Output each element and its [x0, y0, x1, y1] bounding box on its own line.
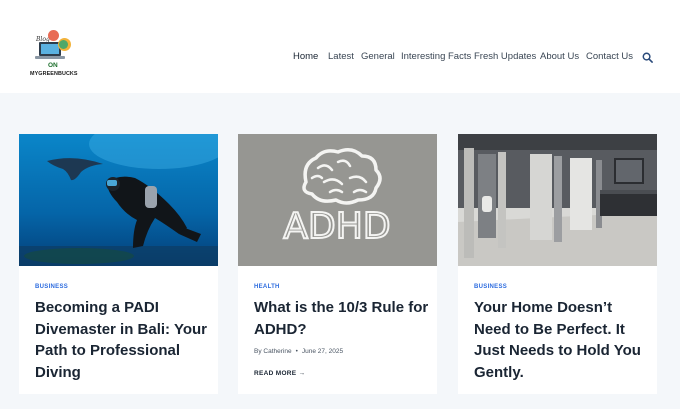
post-image-scuba-diver[interactable]: [19, 134, 218, 266]
nav-item-home[interactable]: Home: [293, 51, 318, 63]
post-category[interactable]: BUSINESS: [35, 284, 68, 290]
nav-item-latest[interactable]: Latest: [328, 51, 354, 63]
nav-item-contact-us[interactable]: Contact Us: [586, 51, 633, 63]
search-icon[interactable]: [642, 52, 653, 63]
post-meta: By Catherine • June 27, 2025: [254, 348, 343, 355]
post-card: ADHD HEALTH What is the 10/3 Rule for AD…: [238, 134, 437, 394]
post-category[interactable]: HEALTH: [254, 284, 280, 290]
laptop-base: [35, 56, 65, 59]
post-title[interactable]: What is the 10/3 Rule for ADHD?: [254, 297, 430, 340]
post-date: June 27, 2025: [301, 348, 344, 355]
nav-item-about-us[interactable]: About Us: [540, 51, 579, 63]
post-category[interactable]: BUSINESS: [474, 284, 507, 290]
logo-circle-green: [59, 40, 68, 49]
post-title[interactable]: Becoming a PADI Divemaster in Bali: Your…: [35, 297, 211, 383]
post-title[interactable]: Your Home Doesn’t Need to Be Perfect. It…: [474, 297, 650, 383]
post-card: BUSINESS Becoming a PADI Divemaster in B…: [19, 134, 218, 394]
nav-item-general[interactable]: General: [361, 51, 395, 63]
read-more-link[interactable]: READ MORE →: [254, 370, 305, 377]
logo-circle-red: [48, 30, 59, 41]
post-card: BUSINESS Your Home Doesn’t Need to Be Pe…: [458, 134, 657, 394]
site-header: Blog ON MYGREENBUCKS Home Latest General…: [0, 0, 680, 93]
post-image-bathroom[interactable]: [458, 134, 657, 266]
site-logo[interactable]: Blog ON MYGREENBUCKS: [28, 26, 84, 84]
nav-item-fresh-updates[interactable]: Fresh Updates: [474, 51, 536, 63]
post-author[interactable]: By Catherine: [254, 348, 292, 355]
read-more-label: READ MORE: [254, 370, 297, 377]
logo-name-text: MYGREENBUCKS: [30, 71, 78, 77]
meta-separator: •: [295, 348, 298, 355]
nav-item-interesting-facts[interactable]: Interesting Facts: [401, 51, 471, 63]
logo-on-text: ON: [48, 62, 58, 69]
post-image-adhd[interactable]: ADHD: [238, 134, 437, 266]
adhd-image-text: ADHD: [283, 206, 390, 247]
arrow-right-icon: →: [298, 370, 306, 377]
